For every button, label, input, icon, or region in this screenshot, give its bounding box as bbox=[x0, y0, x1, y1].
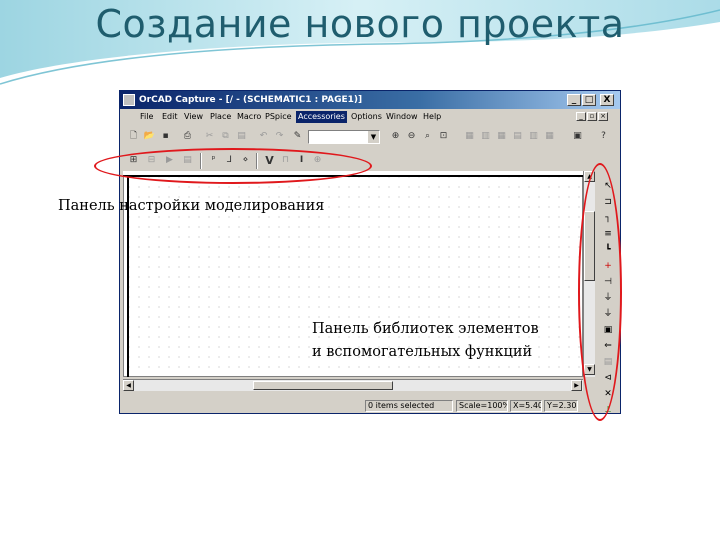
menu-window[interactable]: Window bbox=[386, 112, 418, 121]
palette-highlight bbox=[578, 163, 622, 421]
minimize-button[interactable]: _ bbox=[567, 94, 581, 106]
save-icon[interactable]: ▪ bbox=[158, 129, 173, 144]
mdi-restore-button[interactable]: ▫ bbox=[587, 112, 597, 121]
menu-view[interactable]: View bbox=[184, 112, 203, 121]
copy-icon[interactable]: ⧉ bbox=[218, 129, 233, 144]
status-y: Y=2.30 bbox=[544, 400, 578, 412]
annotate-icon[interactable]: ✎ bbox=[290, 129, 305, 144]
zoom-area-icon[interactable]: ⌕ bbox=[420, 129, 435, 144]
palette-label-line2: и вспомогательных функций bbox=[312, 344, 533, 360]
table-icon[interactable]: ▦ bbox=[462, 129, 477, 144]
help-icon[interactable]: ? bbox=[596, 129, 611, 144]
horizontal-scrollbar[interactable]: ◀ ▶ bbox=[123, 379, 583, 391]
redo-icon[interactable]: ↷ bbox=[272, 129, 287, 144]
mdi-close-button[interactable]: × bbox=[598, 112, 608, 121]
status-bar: 0 items selected Scale=100% X=5.40 Y=2.3… bbox=[120, 399, 620, 413]
cut-icon[interactable]: ✂ bbox=[202, 129, 217, 144]
zoom-out-icon[interactable]: ⊖ bbox=[404, 129, 419, 144]
standard-toolbar: 🗋 📂 ▪ ⎙ ✂ ⧉ ▤ ↶ ↷ ✎ ▼ ⊕ ⊖ ⌕ ⊡ ▦ ▥ ▦ ▤ ▥ … bbox=[122, 127, 618, 147]
zoom-all-icon[interactable]: ⊡ bbox=[436, 129, 451, 144]
undo-icon[interactable]: ↶ bbox=[256, 129, 271, 144]
menu-options[interactable]: Options bbox=[351, 112, 382, 121]
horizontal-scroll-thumb[interactable] bbox=[253, 381, 393, 390]
scroll-left-icon[interactable]: ◀ bbox=[123, 380, 134, 391]
menu-place[interactable]: Place bbox=[210, 112, 231, 121]
scroll-right-icon[interactable]: ▶ bbox=[571, 380, 582, 391]
menu-file[interactable]: File bbox=[140, 112, 153, 121]
zoom-in-icon[interactable]: ⊕ bbox=[388, 129, 403, 144]
simulation-toolbar-label: Панель настройки моделирования bbox=[58, 198, 325, 214]
menu-macro[interactable]: Macro bbox=[237, 112, 261, 121]
status-x: X=5.40 bbox=[510, 400, 542, 412]
simulation-toolbar-highlight bbox=[94, 148, 372, 184]
slide-title: Создание нового проекта bbox=[95, 2, 625, 46]
menu-accessories[interactable]: Accessories bbox=[296, 111, 347, 123]
status-scale: Scale=100% bbox=[456, 400, 508, 412]
orcad-capture-window: OrCAD Capture - [/ - (SCHEMATIC1 : PAGE1… bbox=[119, 90, 621, 415]
mdi-minimize-button[interactable]: _ bbox=[576, 112, 586, 121]
window-titlebar[interactable]: OrCAD Capture - [/ - (SCHEMATIC1 : PAGE1… bbox=[120, 91, 620, 109]
bom-icon[interactable]: ▤ bbox=[510, 129, 525, 144]
status-items-selected: 0 items selected bbox=[365, 400, 453, 412]
palette-label-line1: Панель библиотек элементов bbox=[312, 321, 539, 337]
project-manager-icon[interactable]: ▣ bbox=[570, 129, 585, 144]
window-title: OrCAD Capture - [/ - (SCHEMATIC1 : PAGE1… bbox=[139, 95, 363, 105]
new-icon[interactable]: 🗋 bbox=[126, 129, 141, 144]
part-combo[interactable]: ▼ bbox=[308, 130, 380, 144]
app-icon[interactable] bbox=[123, 94, 135, 106]
crossref-icon[interactable]: ▥ bbox=[526, 129, 541, 144]
chevron-down-icon[interactable]: ▼ bbox=[367, 131, 379, 143]
menu-edit[interactable]: Edit bbox=[162, 112, 178, 121]
open-icon[interactable]: 📂 bbox=[142, 129, 157, 144]
netlist-icon[interactable]: ▥ bbox=[478, 129, 493, 144]
print-icon[interactable]: ⎙ bbox=[180, 129, 195, 144]
menu-pspice[interactable]: PSpice bbox=[265, 112, 292, 121]
menubar: File Edit View Place Macro PSpice Access… bbox=[120, 109, 620, 125]
maximize-button[interactable]: □ bbox=[582, 94, 596, 106]
drc-icon[interactable]: ▦ bbox=[494, 129, 509, 144]
paste-icon[interactable]: ▤ bbox=[234, 129, 249, 144]
menu-help[interactable]: Help bbox=[423, 112, 441, 121]
backannotate-icon[interactable]: ▦ bbox=[542, 129, 557, 144]
close-button[interactable]: X bbox=[600, 94, 614, 106]
